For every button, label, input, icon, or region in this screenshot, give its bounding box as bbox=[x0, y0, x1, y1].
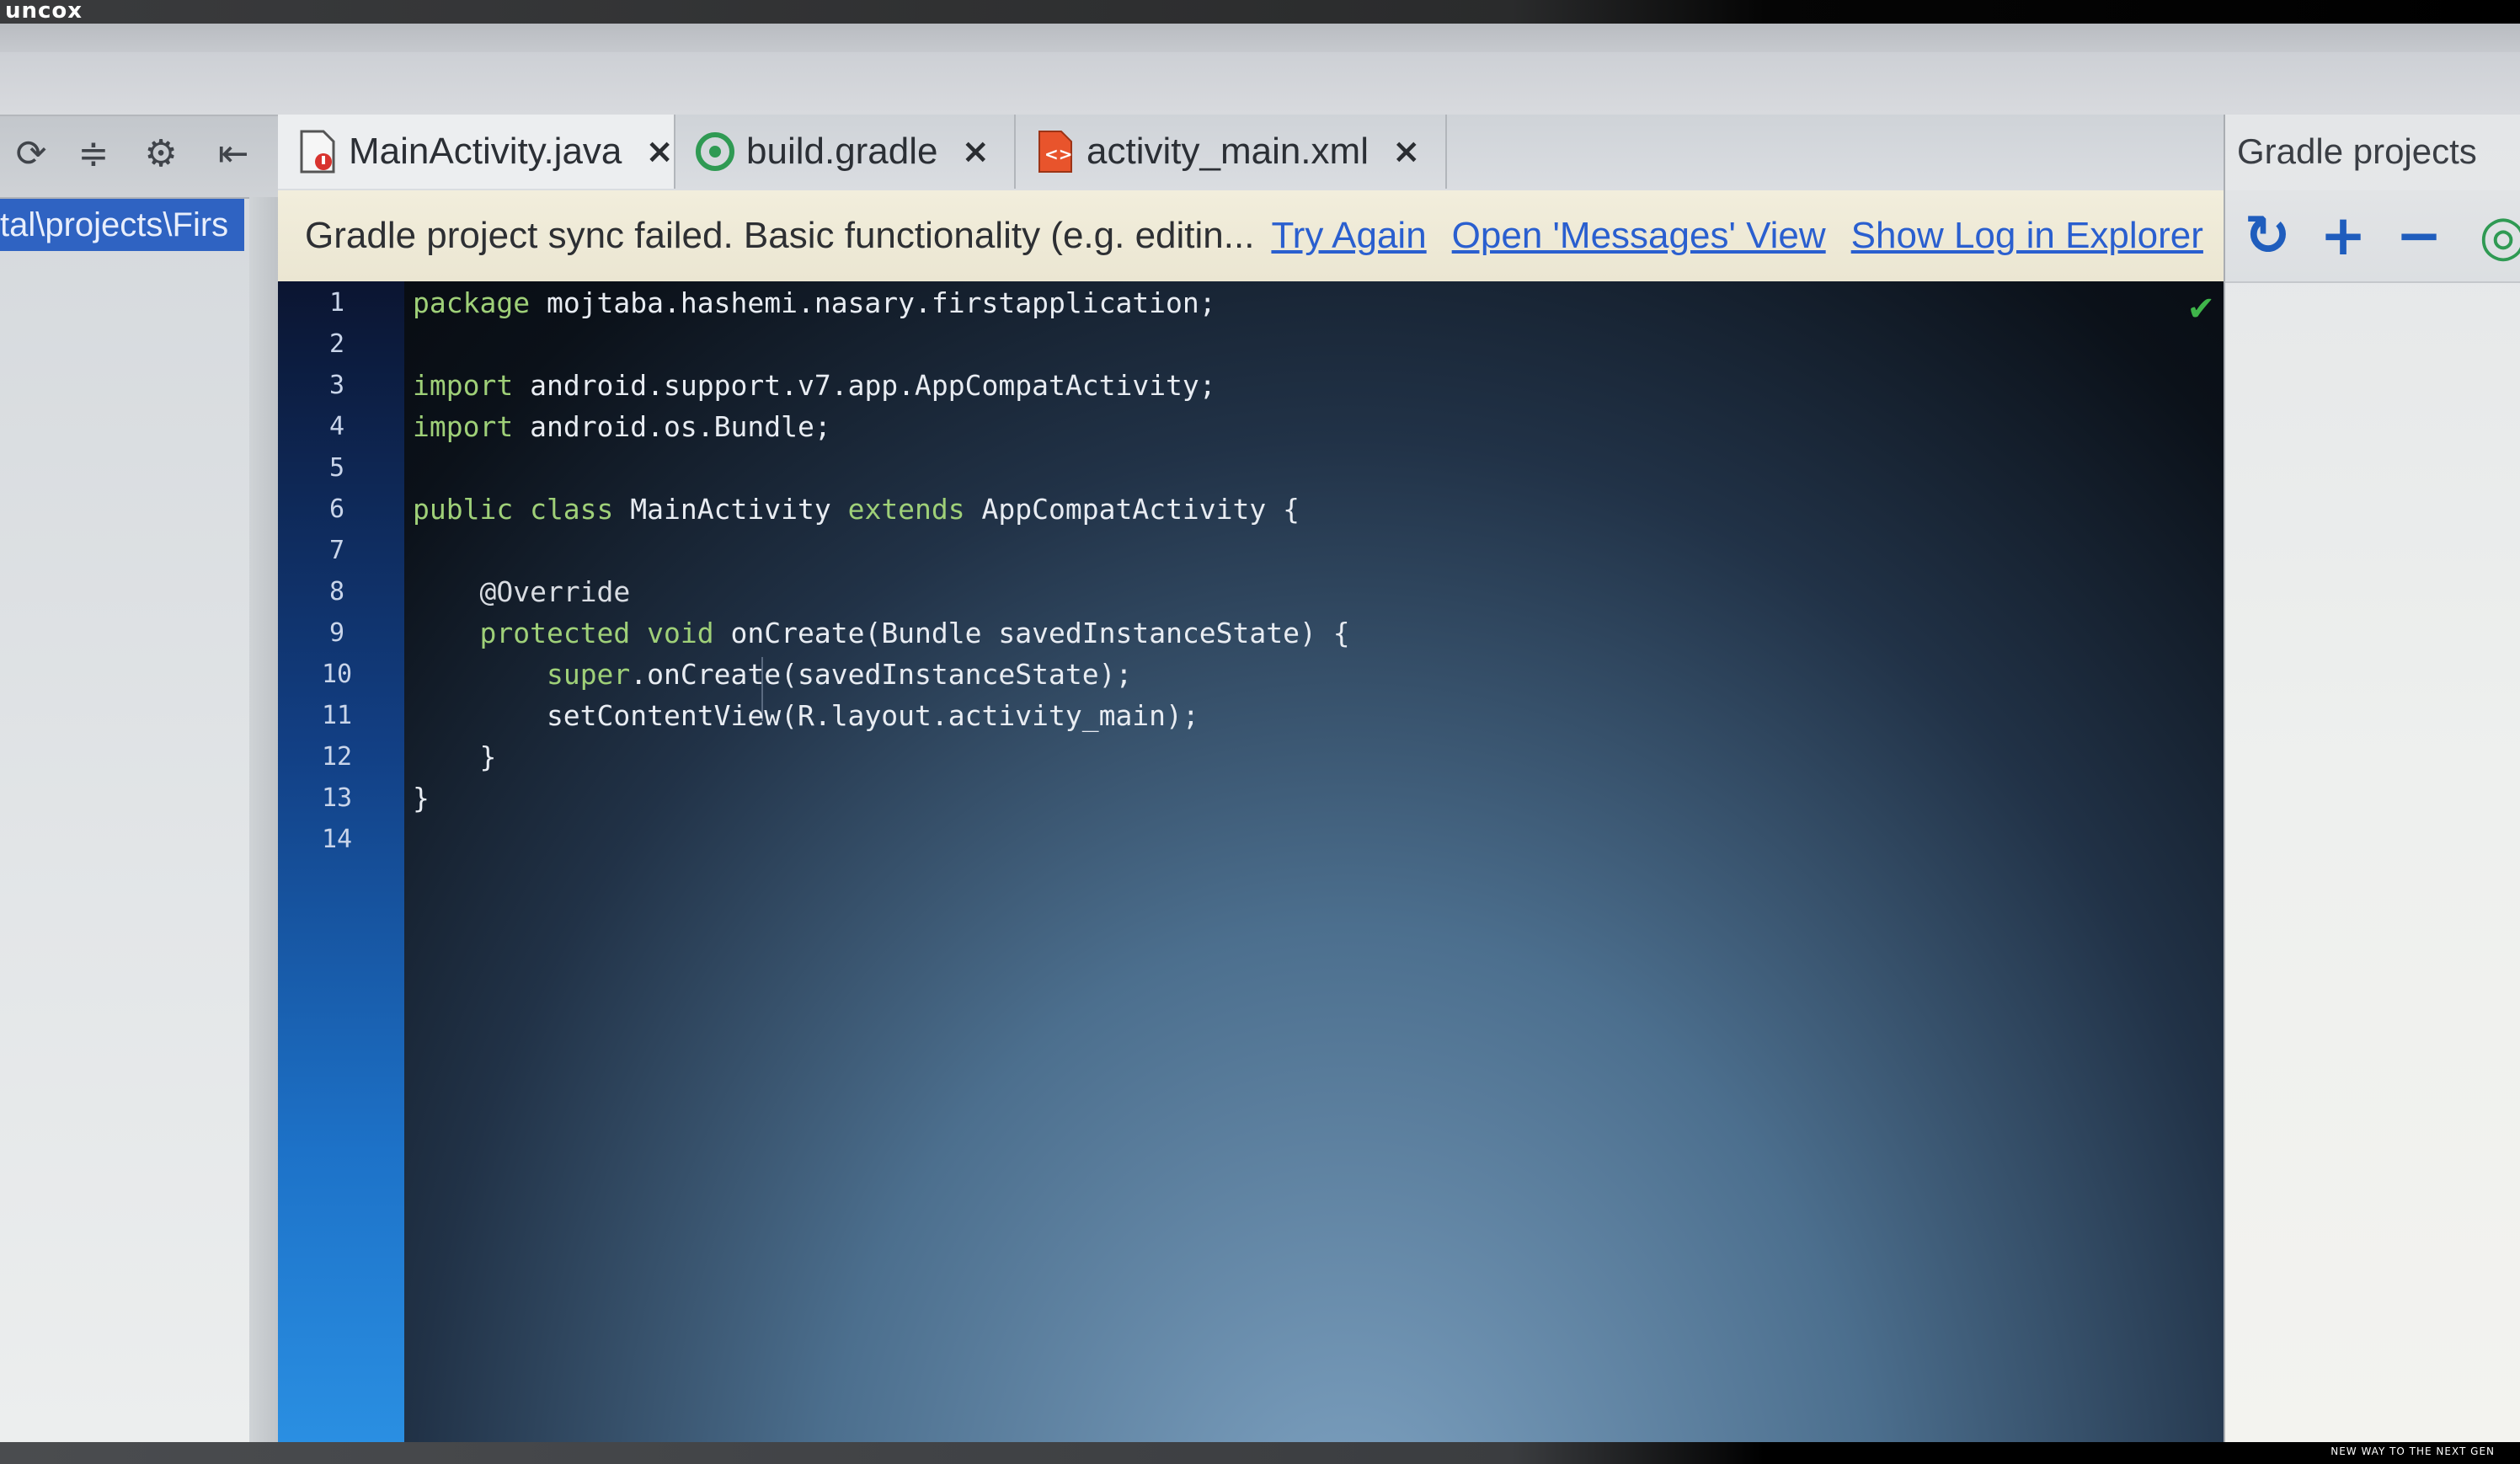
gradle-panel-toolbar: ↻ + − ◎ bbox=[2225, 190, 2520, 283]
sync-failed-message: Gradle project sync failed. Basic functi… bbox=[305, 215, 1255, 256]
gear-icon[interactable]: ⚙ bbox=[138, 131, 184, 177]
keyword: import bbox=[413, 369, 514, 402]
line-number: 1 bbox=[328, 288, 345, 318]
keyword: extends bbox=[847, 493, 965, 526]
panel-divider[interactable] bbox=[249, 197, 278, 1442]
tab-label: activity_main.xml bbox=[1086, 131, 1369, 172]
tab-build-gradle[interactable]: build.gradle × bbox=[675, 115, 1016, 189]
code-line-import: import android.os.Bundle; bbox=[413, 410, 831, 443]
line-number: 10 bbox=[321, 660, 353, 689]
line-number: 11 bbox=[321, 701, 353, 730]
project-panel: ⟳ ≑ ⚙ ⇤ tal\projects\Firs bbox=[0, 116, 278, 1442]
hide-panel-icon[interactable]: ⇤ bbox=[211, 131, 256, 177]
code-line-method-close: } bbox=[413, 740, 497, 773]
code-text: onCreate(Bundle savedInstanceState) { bbox=[713, 617, 1350, 649]
keyword: package bbox=[413, 286, 531, 319]
gradle-file-icon bbox=[696, 130, 734, 174]
code-text: android.os.Bundle; bbox=[513, 410, 831, 443]
watermark: uncox bbox=[5, 0, 83, 24]
tab-mainactivity-java[interactable]: MainActivity.java × bbox=[278, 115, 675, 189]
line-number: 9 bbox=[328, 618, 345, 648]
photo-bottom-bar: NEW WAY TO THE NEXT GEN bbox=[0, 1442, 2520, 1464]
xml-file-icon: <> bbox=[1036, 130, 1075, 174]
line-number: 12 bbox=[321, 742, 353, 772]
code-line-class-declaration: public class MainActivity extends AppCom… bbox=[413, 493, 1300, 526]
keyword: import bbox=[413, 410, 514, 443]
code-line-super-call: super.onCreate(savedInstanceState); bbox=[413, 658, 1132, 691]
gradle-panel-title: Gradle projects bbox=[2237, 131, 2477, 171]
open-messages-view-link[interactable]: Open 'Messages' View bbox=[1452, 215, 1826, 257]
close-icon[interactable]: × bbox=[645, 132, 674, 171]
minus-icon[interactable]: − bbox=[2385, 202, 2453, 270]
checkmark-icon: ✔ bbox=[2186, 290, 2215, 329]
code-area[interactable]: package mojtaba.hashemi.nasary.firstappl… bbox=[413, 281, 2181, 1442]
code-line-class-close: } bbox=[413, 782, 430, 815]
gradle-sync-banner: Gradle project sync failed. Basic functi… bbox=[278, 190, 2224, 283]
line-number: 14 bbox=[321, 825, 353, 854]
try-again-link[interactable]: Try Again bbox=[1271, 215, 1426, 257]
footer-text: NEW WAY TO THE NEXT GEN bbox=[2330, 1445, 2495, 1457]
code-line-import: import android.support.v7.app.AppCompatA… bbox=[413, 369, 1216, 402]
gradle-projects-panel: Gradle projects ↻ + − ◎ bbox=[2224, 115, 2520, 1442]
code-text: MainActivity bbox=[613, 493, 848, 526]
line-number-gutter: 1 2 3 4 5 6 7 8 9 10 11 12 13 14 bbox=[278, 281, 404, 1442]
menu-bar bbox=[0, 24, 2520, 52]
code-text: mojtaba.hashemi.nasary.firstapplication; bbox=[530, 286, 1216, 319]
sync-icon[interactable]: ⟳ bbox=[8, 131, 54, 177]
line-number: 5 bbox=[328, 453, 345, 483]
plus-icon[interactable]: + bbox=[2309, 202, 2377, 270]
code-text: AppCompatActivity { bbox=[964, 493, 1300, 526]
tab-label: build.gradle bbox=[746, 131, 938, 172]
project-panel-toolbar: ⟳ ≑ ⚙ ⇤ bbox=[0, 116, 278, 199]
line-number: 3 bbox=[328, 371, 345, 400]
keyword: public class bbox=[413, 493, 614, 526]
close-icon[interactable]: × bbox=[962, 132, 990, 171]
close-icon[interactable]: × bbox=[1392, 132, 1421, 171]
collapse-all-icon[interactable]: ≑ bbox=[71, 131, 116, 177]
editor-tab-bar: MainActivity.java × build.gradle × <> ac… bbox=[278, 115, 2224, 190]
line-number: 2 bbox=[328, 329, 345, 359]
keyword: super bbox=[546, 658, 631, 691]
code-line-set-content-view: setContentView(R.layout.activity_main); bbox=[413, 699, 1199, 732]
code-text: android.support.v7.app.AppCompatActivity… bbox=[513, 369, 1216, 402]
code-text: .onCreate(savedInstanceState); bbox=[630, 658, 1133, 691]
photo-top-bar: uncox bbox=[0, 0, 2520, 24]
line-number: 13 bbox=[321, 783, 353, 813]
code-line-package: package mojtaba.hashemi.nasary.firstappl… bbox=[413, 286, 1216, 319]
main-toolbar bbox=[0, 52, 2520, 116]
gradle-icon[interactable]: ◎ bbox=[2469, 202, 2520, 270]
line-number: 6 bbox=[328, 494, 345, 524]
code-line-annotation: @Override bbox=[413, 575, 631, 608]
tab-label: MainActivity.java bbox=[349, 131, 622, 172]
java-file-icon bbox=[298, 130, 337, 174]
project-tree-selected-item[interactable]: tal\projects\Firs bbox=[0, 199, 244, 251]
svg-text:<>: <> bbox=[1044, 144, 1073, 164]
code-line-method-declaration: protected void onCreate(Bundle savedInst… bbox=[413, 617, 1350, 649]
show-log-in-explorer-link[interactable]: Show Log in Explorer bbox=[1851, 215, 2203, 257]
refresh-icon[interactable]: ↻ bbox=[2234, 202, 2301, 270]
code-editor[interactable]: 1 2 3 4 5 6 7 8 9 10 11 12 13 14 package… bbox=[278, 281, 2224, 1442]
line-number: 8 bbox=[328, 577, 345, 606]
line-number: 4 bbox=[328, 412, 345, 441]
line-number: 7 bbox=[328, 536, 345, 565]
keyword: protected void bbox=[479, 617, 714, 649]
tab-activity-main-xml[interactable]: <> activity_main.xml × bbox=[1016, 115, 1447, 189]
screen: uncox ⟳ ≑ ⚙ ⇤ tal\projects\Firs MainActi… bbox=[0, 0, 2520, 1464]
